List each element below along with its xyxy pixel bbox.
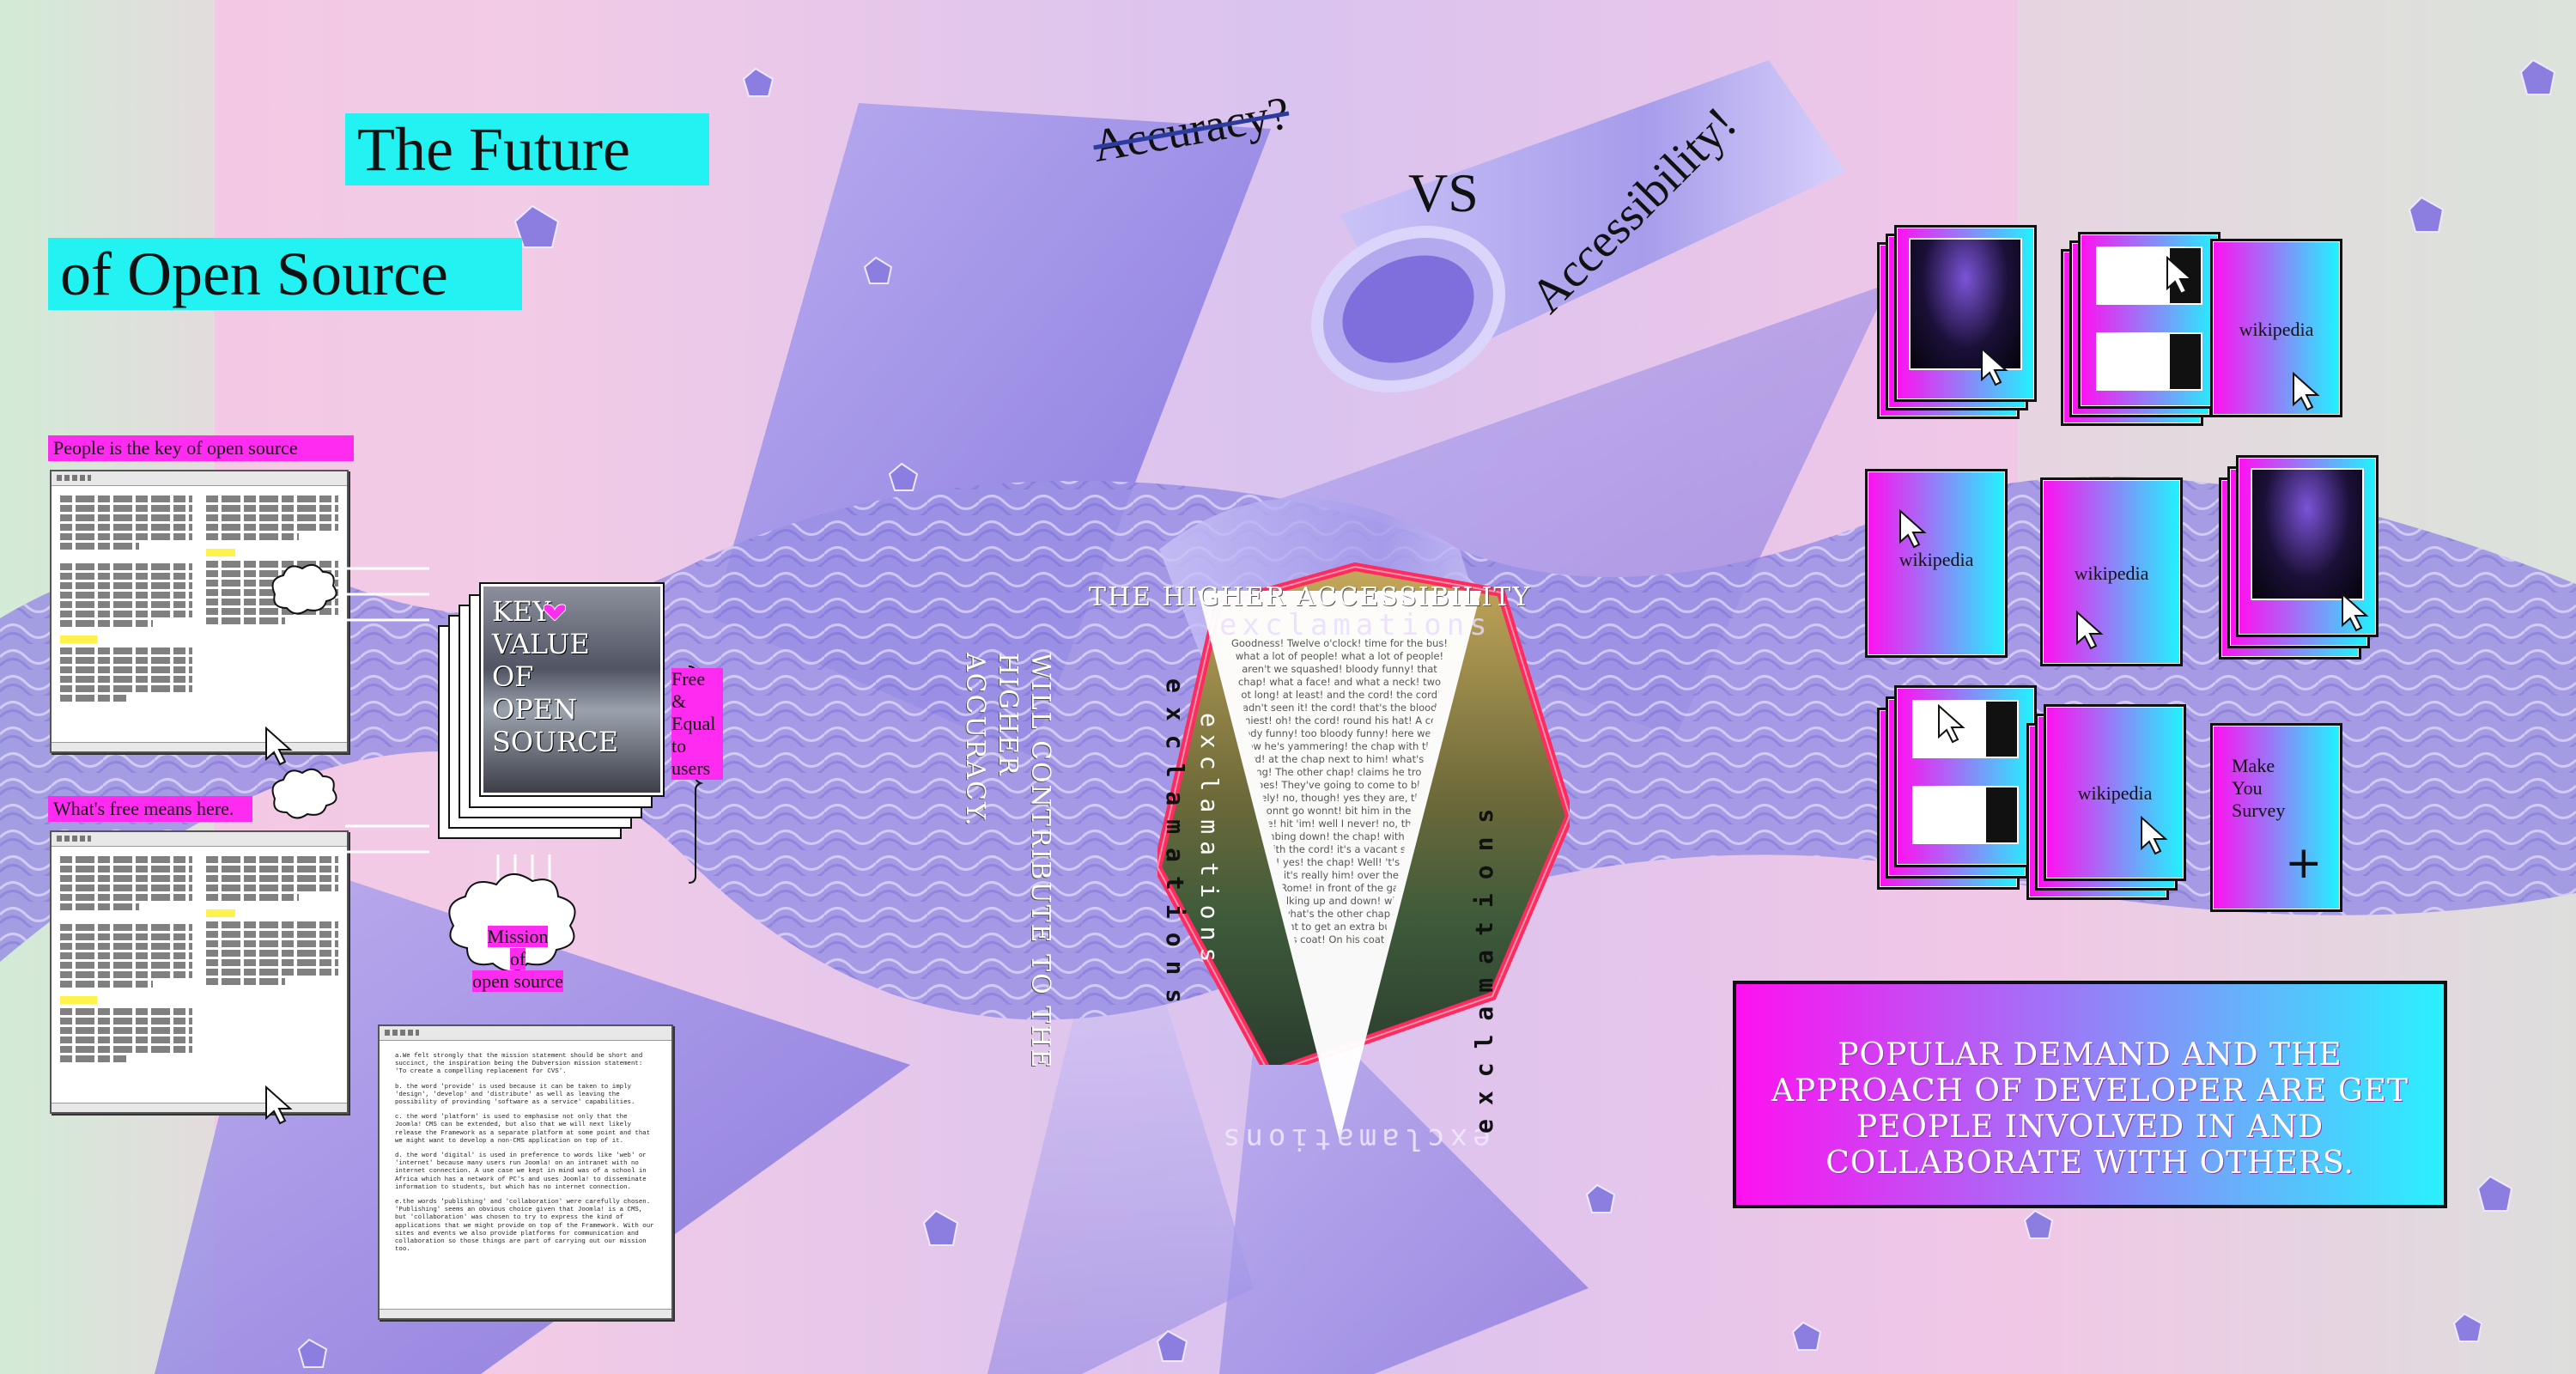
title-line-1: The Future [345, 113, 709, 185]
heart-icon [544, 604, 566, 621]
wikipedia-label: wikipedia [2074, 562, 2149, 584]
wikipedia-label: wikipedia [2077, 782, 2153, 804]
vs-text: VS [1408, 162, 1479, 223]
pointer-cursor-icon [1899, 509, 1927, 549]
higher-accuracy-line: WILL CONTRIBUTE TO THE HIGHER ACCURACY. [958, 653, 1056, 1168]
window-titlebar[interactable] [380, 1026, 671, 1041]
title-line-2: of Open Source [48, 238, 522, 310]
card-stack-photo-1[interactable] [1877, 225, 2040, 423]
mission-document-window[interactable]: a.We felt strongly that the mission stat… [378, 1024, 673, 1320]
toolbar-icons [57, 475, 91, 481]
survey-label: Make You Survey [2232, 755, 2285, 822]
highlight-mark [60, 635, 98, 643]
window-statusbar [380, 1309, 671, 1318]
highlight-mark [60, 996, 98, 1004]
exclamations-left-2: exclamations [1195, 713, 1224, 970]
free-equal-line: Equal [671, 713, 723, 735]
survey-line: Survey [2232, 799, 2286, 821]
card-stack-ui-1[interactable] [2061, 232, 2224, 429]
wikipedia-card-2[interactable]: wikipedia [1865, 469, 2008, 658]
free-equal-line: to [671, 735, 723, 757]
label-whats-free: What's free means here. [48, 796, 252, 822]
wikipedia-label: wikipedia [2239, 319, 2314, 340]
higher-accuracy-line-1: WILL CONTRIBUTE TO THE HIGHER [993, 653, 1055, 1070]
wikipedia-card-1[interactable]: wikipedia [2210, 239, 2342, 417]
plus-icon[interactable]: + [2285, 837, 2323, 889]
highlight-mark [206, 549, 235, 556]
exclamations-bottom: exclamations [1218, 1122, 1491, 1156]
highlight-mark [206, 909, 235, 917]
doc-paragraph-d: d. the word 'digital' is used in prefere… [395, 1152, 647, 1191]
pointer-cursor-icon [1981, 347, 2008, 386]
card-stack-ui-2[interactable] [1877, 685, 2040, 891]
pointer-cursor-icon [2076, 611, 2104, 650]
label-people-key: People is the key of open source [48, 435, 354, 461]
key-value-line: OPEN [492, 693, 578, 726]
doc-paragraph-a: a.We felt strongly that the mission stat… [395, 1053, 643, 1076]
key-value-stack: KEY VALUE OF OPEN SOURCE [438, 582, 665, 848]
exclamations-left: exclamations [1161, 678, 1189, 1018]
wikipedia-label: wikipedia [1899, 549, 1974, 570]
free-equal-line: & [671, 690, 723, 713]
window-statusbar [52, 1103, 347, 1112]
mission-line: Mission [487, 926, 549, 947]
ui-screenshot [2096, 332, 2202, 391]
make-survey-card[interactable]: Make You Survey + [2210, 723, 2342, 912]
pointer-cursor-icon [2141, 816, 2168, 855]
mission-line: open source [472, 970, 563, 992]
toolbar-icons [385, 1030, 419, 1036]
pointer-cursor-icon [1938, 704, 1965, 744]
survey-line: You [2232, 777, 2263, 799]
survey-line: Make [2232, 755, 2275, 776]
key-value-line: VALUE [492, 628, 590, 660]
free-equal-line: Free [671, 668, 723, 690]
exclamations-right: exclamations [1470, 794, 1498, 1134]
key-value-photo: KEY VALUE OF OPEN SOURCE [479, 582, 665, 797]
popular-demand-text: POPULAR DEMAND AND THE APPROACH OF DEVEL… [1771, 1037, 2409, 1181]
stage-photo [2251, 468, 2364, 600]
doc-paragraph-e: e.the words 'publishing' and 'collaborat… [395, 1199, 654, 1254]
toolbar-icons [57, 836, 91, 842]
mission-label: Mission of open source [471, 926, 565, 993]
higher-accuracy-line-2: ACCURACY. [960, 653, 990, 828]
ui-screenshot [1912, 786, 2019, 844]
popular-demand-box: POPULAR DEMAND AND THE APPROACH OF DEVEL… [1733, 981, 2447, 1208]
free-equal-line: users [671, 757, 723, 780]
wikipedia-card-3[interactable]: wikipedia [2040, 477, 2183, 666]
pointer-cursor-icon [265, 1085, 293, 1125]
pointer-cursor-icon [2166, 256, 2194, 295]
key-value-line: SOURCE [492, 726, 619, 758]
card-stack-photo-2[interactable] [2219, 455, 2382, 661]
window-titlebar[interactable] [52, 471, 347, 486]
free-equal-label: Free & Equal to users [671, 668, 723, 780]
mission-line: of [509, 948, 526, 970]
doc-paragraph-b: b. the word 'provide' is used because it… [395, 1083, 635, 1107]
card-stack-wikipedia[interactable]: wikipedia [2026, 704, 2190, 910]
exclamations-top: exclamations [1219, 608, 1492, 642]
pointer-cursor-icon [2293, 372, 2320, 411]
pointer-cursor-icon [2342, 593, 2369, 632]
doc-paragraph-c: c. the word 'platform' is used to emphas… [395, 1114, 651, 1145]
key-value-line: OF [492, 660, 534, 693]
